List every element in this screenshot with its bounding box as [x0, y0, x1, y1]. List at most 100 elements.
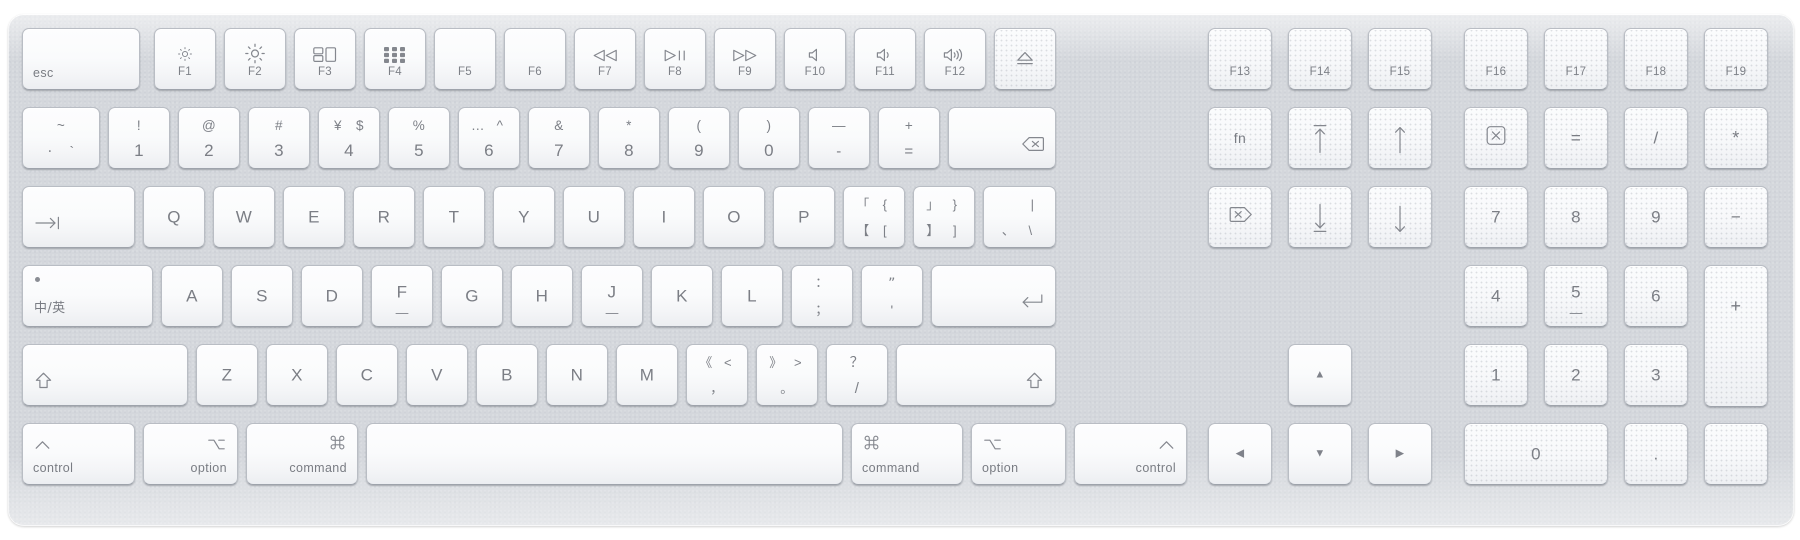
key-3[interactable]: # 3 — [248, 107, 310, 169]
key-slash[interactable]: ？ / — [826, 344, 888, 406]
key-b[interactable]: B — [476, 344, 538, 406]
key-num-0[interactable]: 0 — [1464, 423, 1608, 485]
key-num-equal[interactable]: = — [1544, 107, 1608, 169]
key-f13[interactable]: F13 — [1208, 28, 1272, 90]
key-quote[interactable]: ” ' — [861, 265, 923, 327]
key-z[interactable]: Z — [196, 344, 258, 406]
key-f[interactable]: F — [371, 265, 433, 327]
key-space[interactable] — [366, 423, 843, 485]
key-f15[interactable]: F15 — [1368, 28, 1432, 90]
key-num-7[interactable]: 7 — [1464, 186, 1528, 248]
key-f6[interactable]: F6 — [504, 28, 566, 90]
key-num-8[interactable]: 8 — [1544, 186, 1608, 248]
key-shift-left[interactable] — [22, 344, 188, 406]
key-fn[interactable]: fn — [1208, 107, 1272, 169]
key-eject[interactable] — [994, 28, 1056, 90]
key-command-right[interactable]: command — [851, 423, 963, 485]
key-t[interactable]: T — [423, 186, 485, 248]
key-8[interactable]: * 8 — [598, 107, 660, 169]
key-1[interactable]: ! 1 — [108, 107, 170, 169]
key-num-minus[interactable]: − — [1704, 186, 1768, 248]
key-5[interactable]: % 5 — [388, 107, 450, 169]
key-period[interactable]: 》 > 。 — [756, 344, 818, 406]
key-k[interactable]: K — [651, 265, 713, 327]
key-command-left[interactable]: command — [246, 423, 358, 485]
key-end[interactable] — [1288, 186, 1352, 248]
key-num-enter[interactable] — [1704, 423, 1768, 485]
key-d[interactable]: D — [301, 265, 363, 327]
key-num-4[interactable]: 4 — [1464, 265, 1528, 327]
key-f1[interactable]: F1 — [154, 28, 216, 90]
key-u[interactable]: U — [563, 186, 625, 248]
key-f18[interactable]: F18 — [1624, 28, 1688, 90]
key-n[interactable]: N — [546, 344, 608, 406]
key-num-multiply[interactable]: * — [1704, 107, 1768, 169]
key-0[interactable]: ) 0 — [738, 107, 800, 169]
key-num-6[interactable]: 6 — [1624, 265, 1688, 327]
key-arrow-down[interactable]: ▼ — [1288, 423, 1352, 485]
key-control-right[interactable]: control — [1074, 423, 1187, 485]
key-l[interactable]: L — [721, 265, 783, 327]
key-2[interactable]: @ 2 — [178, 107, 240, 169]
key-comma[interactable]: 《 < ， — [686, 344, 748, 406]
key-q[interactable]: Q — [143, 186, 205, 248]
key-f16[interactable]: F16 — [1464, 28, 1528, 90]
key-p[interactable]: P — [773, 186, 835, 248]
key-4[interactable]: ¥ $ 4 — [318, 107, 380, 169]
key-bracket-right[interactable]: 」} 】] — [913, 186, 975, 248]
key-tab[interactable] — [22, 186, 135, 248]
key-backslash[interactable]: | 、 \ — [983, 186, 1056, 248]
key-minus[interactable]: — - — [808, 107, 870, 169]
key-forward-delete[interactable] — [1208, 186, 1272, 248]
key-control-left[interactable]: control — [22, 423, 135, 485]
key-f17[interactable]: F17 — [1544, 28, 1608, 90]
key-home[interactable] — [1288, 107, 1352, 169]
key-option-right[interactable]: option — [971, 423, 1066, 485]
key-backtick[interactable]: ~ · ` — [22, 107, 100, 169]
key-caps-lock[interactable]: 中/英 — [22, 265, 153, 327]
key-f8[interactable]: F8 — [644, 28, 706, 90]
key-num-clear[interactable] — [1464, 107, 1528, 169]
key-v[interactable]: V — [406, 344, 468, 406]
key-m[interactable]: M — [616, 344, 678, 406]
key-option-left[interactable]: option — [143, 423, 238, 485]
key-return[interactable] — [931, 265, 1056, 327]
key-bracket-left[interactable]: 「{ 【[ — [843, 186, 905, 248]
key-semicolon[interactable]: ： ； — [791, 265, 853, 327]
key-shift-right[interactable] — [896, 344, 1056, 406]
key-num-2[interactable]: 2 — [1544, 344, 1608, 406]
key-g[interactable]: G — [441, 265, 503, 327]
key-arrow-left[interactable]: ◀ — [1208, 423, 1272, 485]
key-w[interactable]: W — [213, 186, 275, 248]
key-num-plus[interactable]: + — [1704, 265, 1768, 407]
key-o[interactable]: O — [703, 186, 765, 248]
key-num-9[interactable]: 9 — [1624, 186, 1688, 248]
key-equal[interactable]: + = — [878, 107, 940, 169]
key-delete[interactable] — [948, 107, 1056, 169]
key-arrow-right[interactable]: ▶ — [1368, 423, 1432, 485]
key-i[interactable]: I — [633, 186, 695, 248]
key-y[interactable]: Y — [493, 186, 555, 248]
key-f7[interactable]: F7 — [574, 28, 636, 90]
key-s[interactable]: S — [231, 265, 293, 327]
key-page-up[interactable] — [1368, 107, 1432, 169]
key-e[interactable]: E — [283, 186, 345, 248]
key-page-down[interactable] — [1368, 186, 1432, 248]
key-j[interactable]: J — [581, 265, 643, 327]
key-f11[interactable]: F11 — [854, 28, 916, 90]
key-f10[interactable]: F10 — [784, 28, 846, 90]
key-x[interactable]: X — [266, 344, 328, 406]
key-esc[interactable]: esc — [22, 28, 140, 90]
key-num-3[interactable]: 3 — [1624, 344, 1688, 406]
key-h[interactable]: H — [511, 265, 573, 327]
key-f4[interactable]: F4 — [364, 28, 426, 90]
key-f2[interactable]: F2 — [224, 28, 286, 90]
key-f19[interactable]: F19 — [1704, 28, 1768, 90]
key-f5[interactable]: F5 — [434, 28, 496, 90]
key-f14[interactable]: F14 — [1288, 28, 1352, 90]
key-f3[interactable]: F3 — [294, 28, 356, 90]
key-a[interactable]: A — [161, 265, 223, 327]
key-f9[interactable]: F9 — [714, 28, 776, 90]
key-num-5[interactable]: 5 — [1544, 265, 1608, 327]
key-r[interactable]: R — [353, 186, 415, 248]
